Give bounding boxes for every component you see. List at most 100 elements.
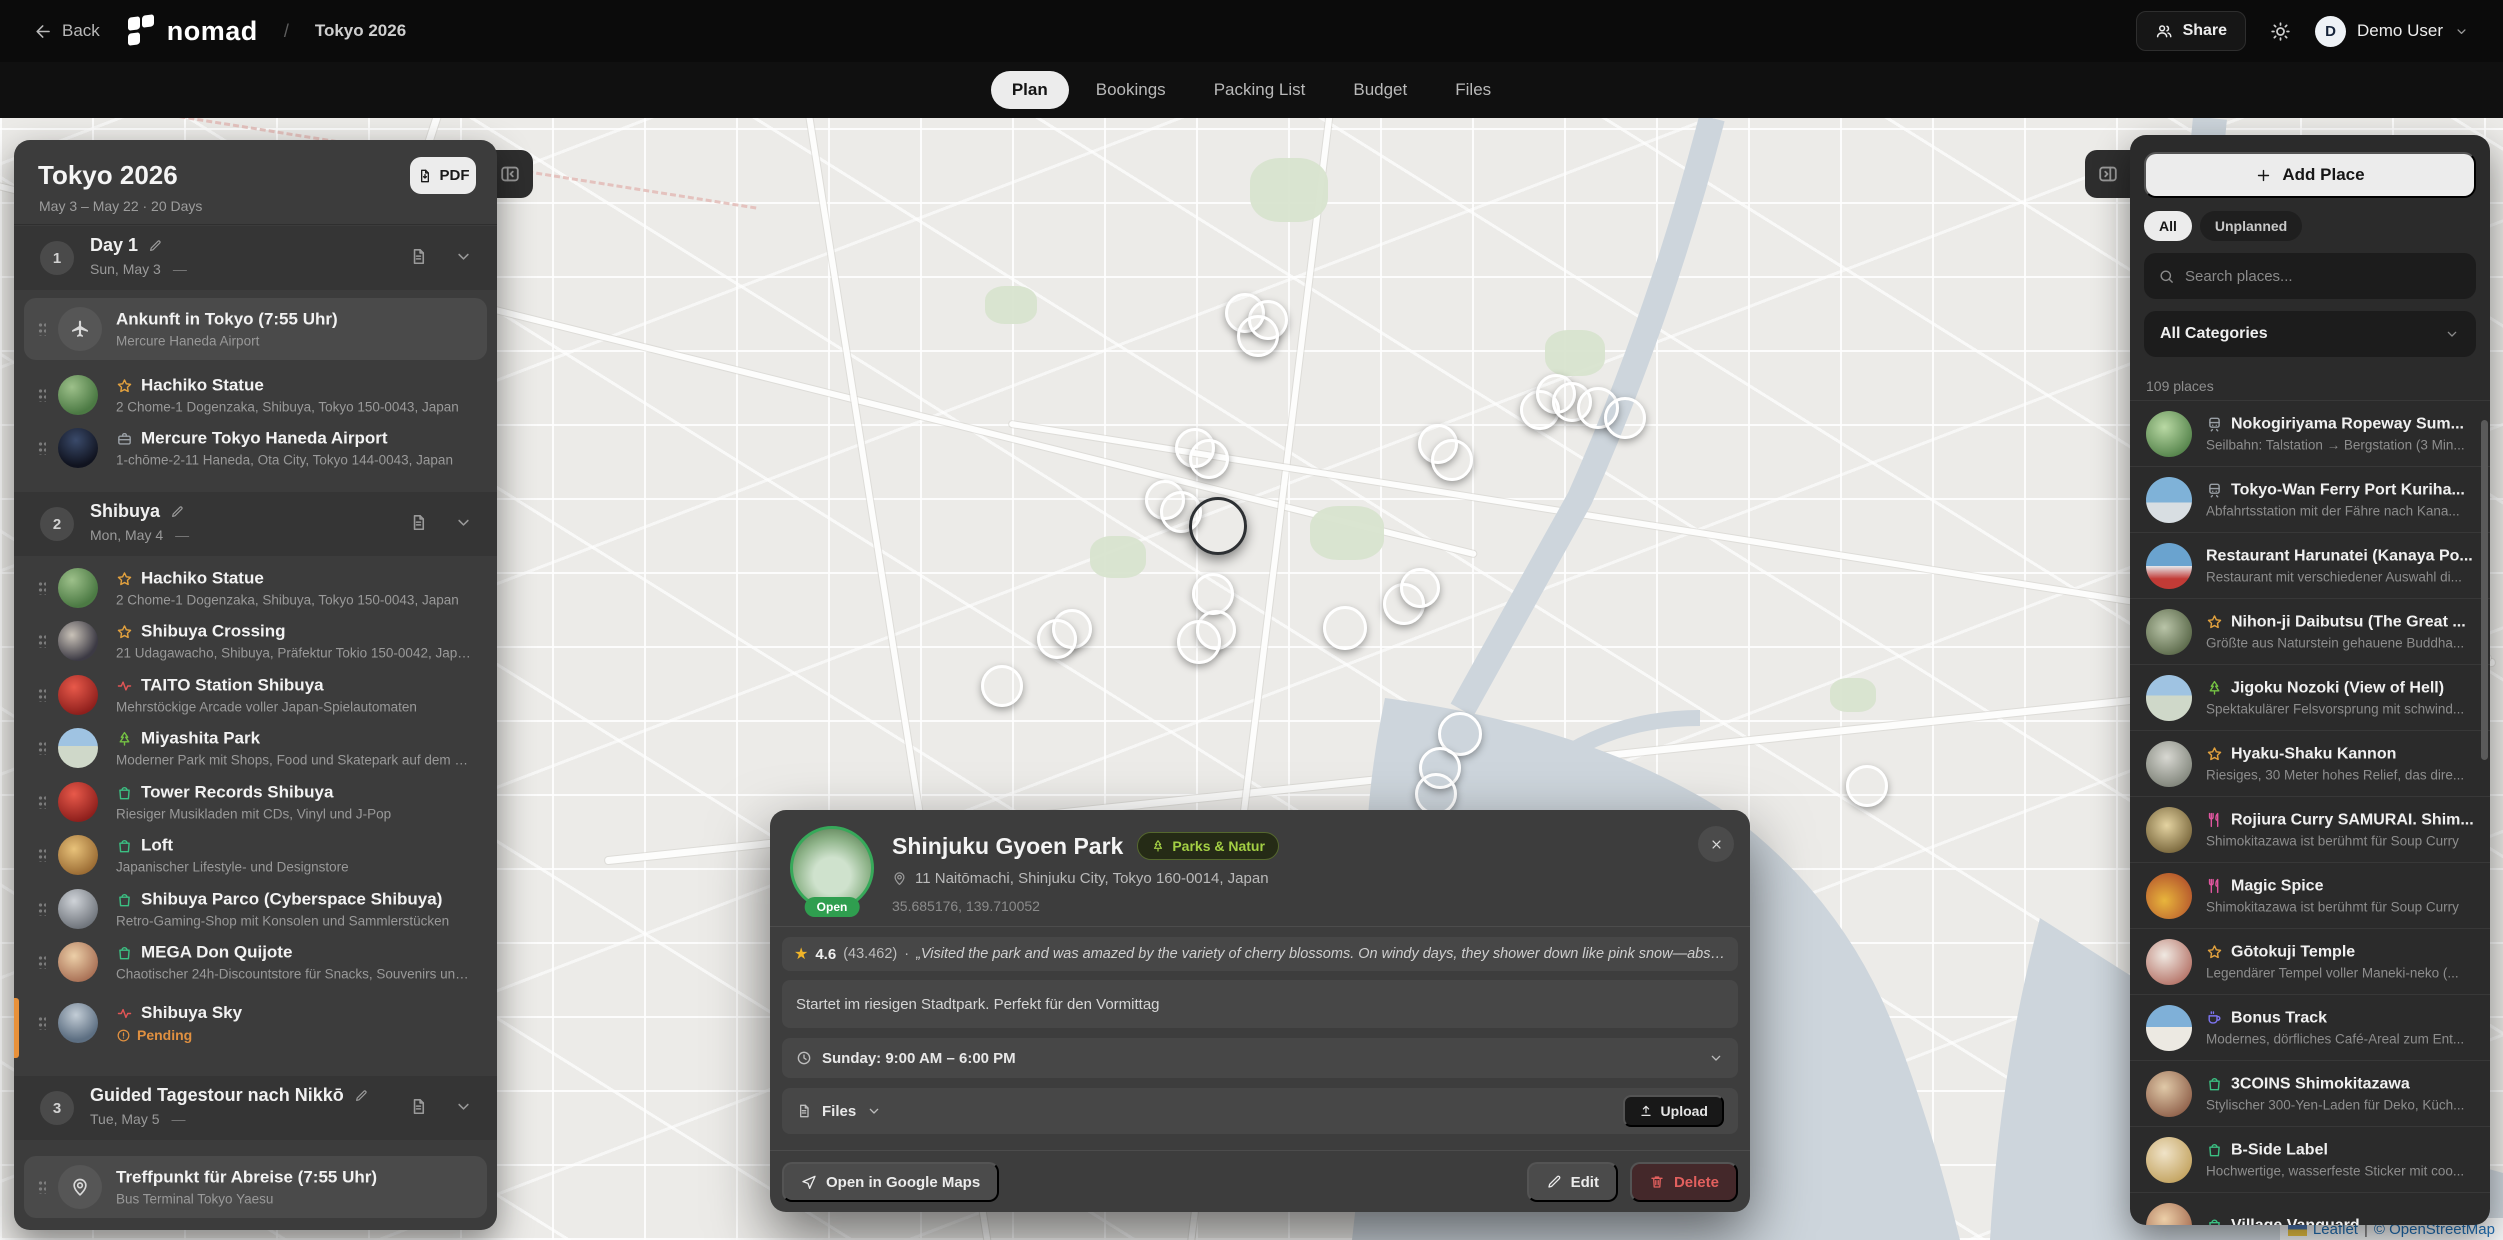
map-place-marker[interactable] (1604, 397, 1646, 439)
drag-handle-icon[interactable] (38, 388, 46, 402)
place-subtitle: Stylischer 300-Yen-Laden für Deko, Küch.… (2206, 1097, 2474, 1112)
add-place-button[interactable]: Add Place (2144, 152, 2476, 198)
drag-handle-icon[interactable] (38, 1016, 46, 1030)
tree-icon (1151, 839, 1165, 853)
file-icon (796, 1103, 812, 1119)
day-collapse-chevron-icon[interactable] (454, 513, 473, 532)
filter-pill[interactable]: Unplanned (2200, 211, 2302, 241)
collapse-right-panel-button[interactable] (2085, 150, 2131, 198)
map-place-marker[interactable] (1400, 568, 1440, 608)
day-notes-icon[interactable] (409, 513, 428, 532)
day-3-header[interactable]: 3 Guided Tagestour nach Nikkō Tue, May 5… (14, 1076, 497, 1140)
day-1-header[interactable]: 1 Day 1 Sun, May 3 — (14, 226, 497, 290)
edit-day-icon[interactable] (170, 505, 184, 519)
place-list-item[interactable]: Bonus Track Modernes, dörfliches Café-Ar… (2130, 994, 2490, 1060)
itinerary-item[interactable]: Mercure Tokyo Haneda Airport 1-chōme-2-1… (24, 421, 487, 475)
itinerary-item[interactable]: MEGA Don Quijote Chaotischer 24h-Discoun… (24, 935, 487, 989)
itinerary-item[interactable]: TAITO Station Shibuya Mehrstöckige Arcad… (24, 668, 487, 722)
itinerary-item[interactable]: Ankunft in Tokyo (7:55 Uhr) Mercure Hane… (24, 298, 487, 360)
share-button[interactable]: Share (2136, 11, 2246, 51)
tab[interactable]: Bookings (1075, 71, 1187, 109)
opening-hours-row[interactable]: Sunday: 9:00 AM – 6:00 PM (782, 1038, 1738, 1078)
place-list-item[interactable]: Gōtokuji Temple Legendärer Tempel voller… (2130, 928, 2490, 994)
drag-handle-icon[interactable] (38, 741, 46, 755)
tab[interactable]: Plan (991, 71, 1069, 109)
place-list-item[interactable]: Nihon-ji Daibutsu (The Great ... Größte … (2130, 598, 2490, 664)
rating-review-row[interactable]: ★ 4.6 (43.462) · „Visited the park and w… (782, 937, 1738, 971)
map-place-marker[interactable] (1192, 573, 1234, 615)
review-snippet: „Visited the park and was amazed by the … (916, 946, 1726, 962)
app-logo[interactable]: nomad (126, 14, 258, 48)
map-place-marker[interactable] (981, 665, 1023, 707)
map-place-marker[interactable] (1177, 620, 1221, 664)
place-list-item[interactable]: Magic Spice Shimokitazawa ist berühmt fü… (2130, 862, 2490, 928)
search-input[interactable] (2185, 268, 2462, 285)
note-field[interactable]: Startet im riesigen Stadtpark. Perfekt f… (782, 980, 1738, 1028)
drag-handle-icon[interactable] (38, 322, 46, 336)
edit-day-icon[interactable] (354, 1089, 368, 1103)
itinerary-item[interactable]: Treffpunkt für Abreise (7:55 Uhr) Bus Te… (24, 1156, 487, 1218)
itinerary-item[interactable]: Hachiko Statue 2 Chome-1 Dogenzaka, Shib… (24, 368, 487, 422)
drag-handle-icon[interactable] (38, 581, 46, 595)
user-menu[interactable]: D Demo User (2315, 16, 2469, 47)
place-list-item[interactable]: Rojiura Curry SAMURAI. Shim... Shimokita… (2130, 796, 2490, 862)
place-list-item[interactable]: Jigoku Nozoki (View of Hell) Spektakulär… (2130, 664, 2490, 730)
back-button[interactable]: Back (34, 21, 100, 41)
drag-handle-icon[interactable] (38, 441, 46, 455)
map-place-marker[interactable] (1323, 606, 1367, 650)
itinerary-item[interactable]: Loft Japanischer Lifestyle- und Designst… (24, 828, 487, 882)
edit-button[interactable]: Edit (1527, 1162, 1618, 1202)
delete-button[interactable]: Delete (1630, 1162, 1738, 1202)
itinerary-item[interactable]: Shibuya Sky Pending (24, 992, 487, 1054)
scrollbar-thumb[interactable] (2481, 420, 2488, 760)
day-notes-icon[interactable] (409, 1097, 428, 1116)
drag-handle-icon[interactable] (38, 1180, 46, 1194)
drag-handle-icon[interactable] (38, 848, 46, 862)
day-2-header[interactable]: 2 Shibuya Mon, May 4 — (14, 492, 497, 556)
place-list-item[interactable]: Hyaku-Shaku Kannon Riesiges, 30 Meter ho… (2130, 730, 2490, 796)
map-place-marker[interactable] (1189, 439, 1229, 479)
star-icon (2206, 944, 2223, 961)
map-place-marker[interactable] (1431, 439, 1473, 481)
item-subtitle: Mercure Haneda Airport (116, 334, 472, 349)
map-place-marker[interactable] (1189, 497, 1247, 555)
drag-handle-icon[interactable] (38, 795, 46, 809)
drag-handle-icon[interactable] (38, 955, 46, 969)
filter-pill[interactable]: All (2144, 211, 2192, 241)
itinerary-item[interactable]: Hachiko Statue 2 Chome-1 Dogenzaka, Shib… (24, 561, 487, 615)
place-list-item[interactable]: Restaurant Harunatei (Kanaya Po... Resta… (2130, 532, 2490, 598)
map-place-marker[interactable] (1846, 765, 1888, 807)
day-collapse-chevron-icon[interactable] (454, 1097, 473, 1116)
drag-handle-icon[interactable] (38, 902, 46, 916)
place-title: Rojiura Curry SAMURAI. Shim... (2231, 811, 2474, 829)
itinerary-item[interactable]: Shibuya Crossing 21 Udagawacho, Shibuya,… (24, 614, 487, 668)
place-photo (58, 889, 98, 929)
files-row[interactable]: Files Upload (782, 1088, 1738, 1134)
place-list-item[interactable]: Village Vanguard (2130, 1192, 2490, 1225)
theme-toggle-sun-icon[interactable] (2270, 21, 2291, 42)
place-list-item[interactable]: 3COINS Shimokitazawa Stylischer 300-Yen-… (2130, 1060, 2490, 1126)
map-place-marker[interactable] (1415, 773, 1457, 815)
place-list-item[interactable]: B-Side Label Hochwertige, wasserfeste St… (2130, 1126, 2490, 1192)
tab[interactable]: Packing List (1193, 71, 1327, 109)
filter-pills: All Unplanned (2144, 211, 2302, 241)
itinerary-item[interactable]: Miyashita Park Moderner Park mit Shops, … (24, 721, 487, 775)
edit-day-icon[interactable] (148, 239, 162, 253)
tab[interactable]: Files (1434, 71, 1512, 109)
drag-handle-icon[interactable] (38, 634, 46, 648)
open-in-google-maps-button[interactable]: Open in Google Maps (782, 1162, 999, 1202)
upload-button[interactable]: Upload (1623, 1095, 1724, 1127)
place-list-item[interactable]: Tokyo-Wan Ferry Port Kuriha... Abfahrtss… (2130, 466, 2490, 532)
day-collapse-chevron-icon[interactable] (454, 247, 473, 266)
map-place-marker[interactable] (1237, 315, 1279, 357)
tab[interactable]: Budget (1332, 71, 1428, 109)
close-button[interactable] (1698, 826, 1734, 862)
export-pdf-button[interactable]: PDF (410, 157, 476, 194)
category-select[interactable]: All Categories (2144, 311, 2476, 357)
place-list-item[interactable]: Nokogiriyama Ropeway Sum... Seilbahn: Ta… (2130, 400, 2490, 466)
itinerary-item[interactable]: Tower Records Shibuya Riesiger Musiklade… (24, 775, 487, 829)
day-notes-icon[interactable] (409, 247, 428, 266)
itinerary-item[interactable]: Shibuya Parco (Cyberspace Shibuya) Retro… (24, 882, 487, 936)
drag-handle-icon[interactable] (38, 688, 46, 702)
map-place-marker[interactable] (1037, 619, 1077, 659)
